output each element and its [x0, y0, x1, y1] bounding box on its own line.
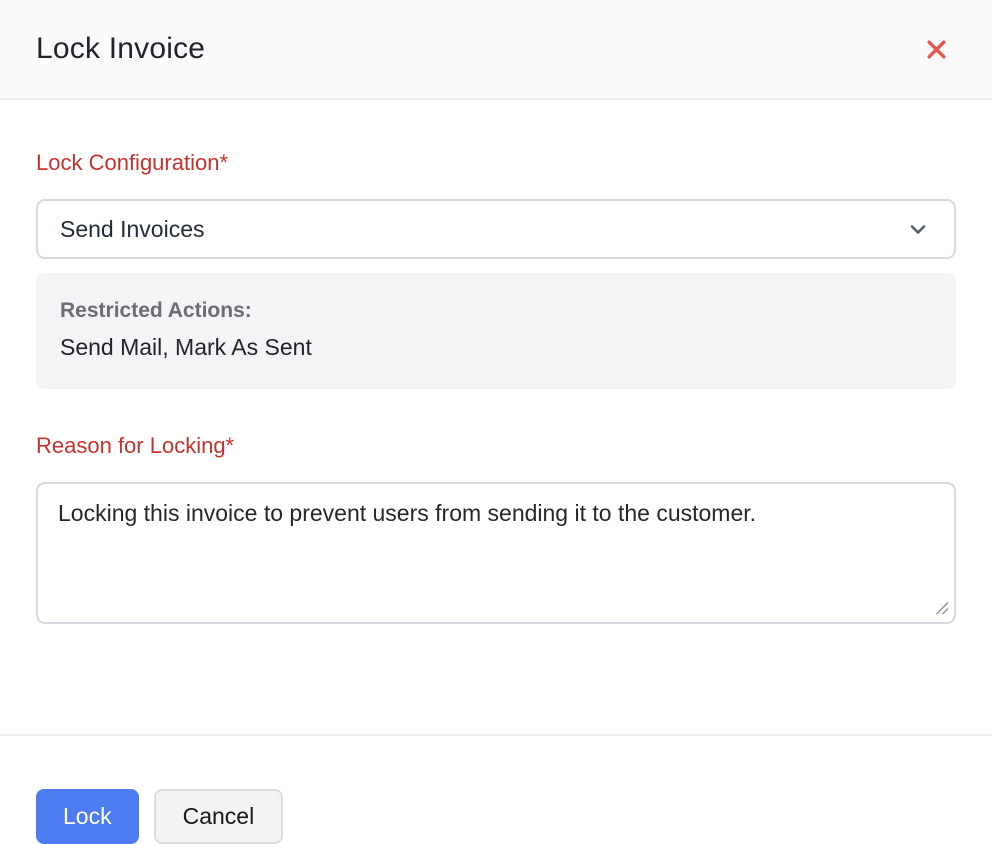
lock-configuration-select[interactable]: Send Invoices: [36, 199, 956, 259]
close-button[interactable]: [917, 30, 956, 69]
lock-configuration-label: Lock Configuration*: [36, 150, 956, 176]
modal-title: Lock Invoice: [36, 32, 205, 66]
reason-for-locking-label: Reason for Locking*: [36, 433, 956, 459]
reason-textarea-wrap: Locking this invoice to prevent users fr…: [36, 482, 956, 624]
modal-footer: Lock Cancel: [0, 736, 992, 844]
modal-header: Lock Invoice: [0, 0, 992, 100]
restricted-actions-label: Restricted Actions:: [60, 299, 932, 323]
modal-body: Lock Configuration* Send Invoices Restri…: [0, 100, 992, 664]
cancel-button[interactable]: Cancel: [154, 789, 284, 844]
restricted-actions-value: Send Mail, Mark As Sent: [60, 334, 932, 361]
close-icon: [923, 36, 950, 63]
lock-invoice-modal: Lock Invoice Lock Configuration* Send In…: [0, 0, 992, 844]
selected-option-text: Send Invoices: [60, 216, 204, 243]
lock-button[interactable]: Lock: [36, 789, 139, 844]
restricted-actions-box: Restricted Actions: Send Mail, Mark As S…: [36, 273, 956, 389]
chevron-down-icon: [906, 217, 930, 241]
reason-textarea[interactable]: Locking this invoice to prevent users fr…: [36, 482, 956, 624]
